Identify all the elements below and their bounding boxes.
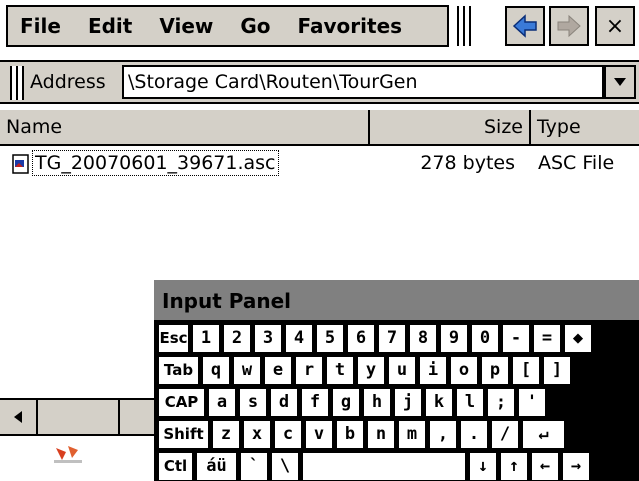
- scroll-left-icon: [14, 411, 22, 423]
- close-button[interactable]: ×: [595, 6, 635, 46]
- key[interactable]: [302, 452, 466, 481]
- key[interactable]: Ctl: [158, 452, 193, 481]
- key[interactable]: g: [332, 388, 360, 417]
- key[interactable]: `: [240, 452, 268, 481]
- input-panel: Input Panel Esc 1 2 3 4 5 6 7 8 9 0- = ◆ Tab q w e r t y u i o…: [154, 280, 639, 481]
- key[interactable]: t: [326, 356, 354, 385]
- address-dropdown-button[interactable]: [604, 65, 636, 99]
- menu-edit[interactable]: Edit: [88, 14, 132, 38]
- key[interactable]: /: [491, 420, 519, 449]
- key[interactable]: \: [271, 452, 299, 481]
- key[interactable]: y: [357, 356, 385, 385]
- key[interactable]: ←: [531, 452, 559, 481]
- key[interactable]: 2: [223, 324, 251, 353]
- document-icon: [12, 154, 29, 174]
- key[interactable]: ;: [487, 388, 515, 417]
- input-panel-title: Input Panel: [154, 280, 639, 322]
- key[interactable]: 6: [347, 324, 375, 353]
- key[interactable]: p: [481, 356, 509, 385]
- key[interactable]: h: [363, 388, 391, 417]
- key[interactable]: o: [450, 356, 478, 385]
- key[interactable]: .: [460, 420, 488, 449]
- key[interactable]: 8: [409, 324, 437, 353]
- file-name[interactable]: TG_20070601_39671.asc: [32, 150, 279, 176]
- key[interactable]: d: [270, 388, 298, 417]
- column-header-size[interactable]: Size: [370, 110, 531, 144]
- menu-view[interactable]: View: [159, 14, 213, 38]
- menu-go[interactable]: Go: [240, 14, 270, 38]
- file-type: ASC File: [538, 152, 615, 174]
- key[interactable]: CAP: [158, 388, 205, 417]
- key[interactable]: f: [301, 388, 329, 417]
- key[interactable]: m: [398, 420, 426, 449]
- address-input[interactable]: \Storage Card\Routen\TourGen: [122, 65, 604, 99]
- key[interactable]: n: [367, 420, 395, 449]
- address-label: Address: [30, 71, 106, 93]
- key[interactable]: =: [533, 324, 561, 353]
- key[interactable]: ↑: [500, 452, 528, 481]
- forward-button[interactable]: [549, 6, 589, 46]
- key[interactable]: Shift: [158, 420, 209, 449]
- menu-bar: File Edit View Go Favorites ×: [0, 0, 639, 54]
- key[interactable]: -: [502, 324, 530, 353]
- horizontal-scrollbar[interactable]: [0, 398, 158, 436]
- key[interactable]: e: [264, 356, 292, 385]
- back-button[interactable]: [505, 6, 545, 46]
- forward-arrow-icon: [557, 14, 581, 38]
- key[interactable]: [: [512, 356, 540, 385]
- key[interactable]: l: [456, 388, 484, 417]
- list-header: Name Size Type: [0, 110, 639, 146]
- key[interactable]: 9: [440, 324, 468, 353]
- key[interactable]: w: [233, 356, 261, 385]
- key[interactable]: ↓: [469, 452, 497, 481]
- chevron-down-icon: [614, 78, 626, 86]
- key[interactable]: r: [295, 356, 323, 385]
- list-item[interactable]: TG_20070601_39671.asc 278 bytes ASC File: [0, 148, 639, 182]
- address-bar: Address \Storage Card\Routen\TourGen: [0, 60, 639, 104]
- key[interactable]: ,: [429, 420, 457, 449]
- key[interactable]: b: [336, 420, 364, 449]
- key[interactable]: s: [239, 388, 267, 417]
- desktop-logo-icon: [54, 446, 82, 463]
- key[interactable]: q: [202, 356, 230, 385]
- key[interactable]: x: [243, 420, 271, 449]
- key[interactable]: z: [212, 420, 240, 449]
- address-gripper[interactable]: [10, 66, 24, 100]
- toolbar-gripper[interactable]: [457, 6, 471, 46]
- key[interactable]: a: [208, 388, 236, 417]
- key[interactable]: ◆: [564, 324, 592, 353]
- key[interactable]: u: [388, 356, 416, 385]
- key[interactable]: j: [394, 388, 422, 417]
- key[interactable]: →: [562, 452, 590, 481]
- menu-file[interactable]: File: [20, 14, 61, 38]
- menu-favorites[interactable]: Favorites: [298, 14, 403, 38]
- key[interactable]: 1: [192, 324, 220, 353]
- key[interactable]: Esc: [158, 324, 189, 353]
- column-header-type[interactable]: Type: [531, 110, 639, 144]
- key[interactable]: áü: [196, 452, 237, 481]
- key[interactable]: ↵: [522, 420, 565, 449]
- key[interactable]: 7: [378, 324, 406, 353]
- back-arrow-icon: [512, 14, 537, 38]
- key[interactable]: ': [518, 388, 546, 417]
- scroll-thumb[interactable]: [40, 400, 120, 434]
- menu-items: File Edit View Go Favorites: [6, 5, 449, 47]
- file-size: 278 bytes: [420, 152, 515, 174]
- key[interactable]: 0: [471, 324, 499, 353]
- key[interactable]: 3: [254, 324, 282, 353]
- column-header-name[interactable]: Name: [0, 110, 370, 144]
- key[interactable]: Tab: [158, 356, 199, 385]
- key[interactable]: ]: [543, 356, 571, 385]
- key[interactable]: 4: [285, 324, 313, 353]
- key[interactable]: v: [305, 420, 333, 449]
- key[interactable]: k: [425, 388, 453, 417]
- scroll-left-button[interactable]: [0, 400, 38, 434]
- key[interactable]: i: [419, 356, 447, 385]
- key[interactable]: 5: [316, 324, 344, 353]
- key[interactable]: c: [274, 420, 302, 449]
